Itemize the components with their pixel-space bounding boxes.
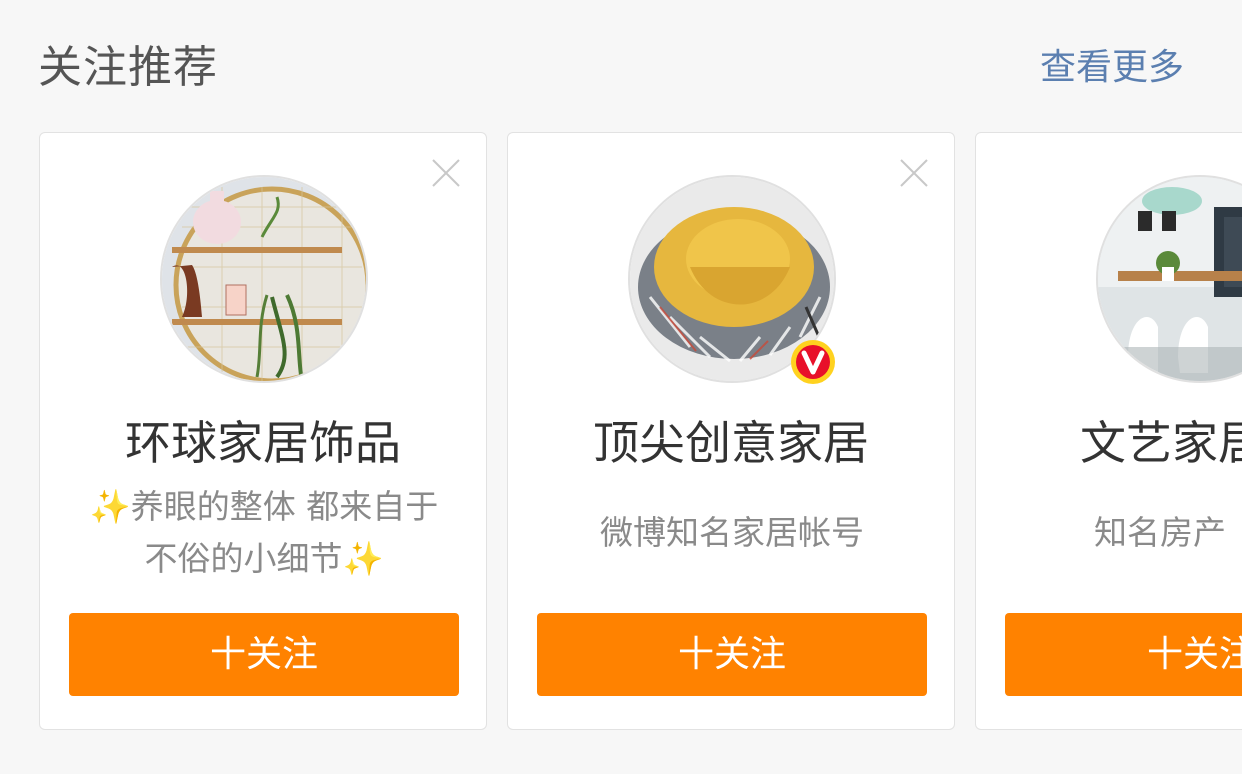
follow-button[interactable]: 十关注 [69, 613, 459, 696]
avatar[interactable] [160, 175, 368, 383]
avatar-image-shelf [162, 177, 366, 381]
recommend-card: 顶尖创意家居 微博知名家居帐号 十关注 [507, 132, 955, 730]
recommend-card: 文艺家居 知名房产 十关注 [975, 132, 1242, 730]
see-more-link[interactable]: 查看更多 [1040, 38, 1184, 98]
account-description: 微博知名家居帐号 [600, 513, 864, 552]
account-description: ✨养眼的整体 都来自于 不俗的小细节✨ [68, 481, 460, 585]
account-name[interactable]: 环球家居饰品 [40, 413, 486, 473]
recommend-card-list: 环球家居饰品 ✨养眼的整体 都来自于 不俗的小细节✨ 十关注 顶尖创意家居 微博… [39, 132, 1242, 732]
account-name[interactable]: 顶尖创意家居 [508, 413, 954, 473]
account-name[interactable]: 文艺家居 [1080, 413, 1242, 473]
account-description: 知名房产 [1094, 513, 1226, 552]
follow-button[interactable]: 十关注 [1005, 613, 1242, 696]
close-icon[interactable] [430, 157, 462, 189]
section-title: 关注推荐 [38, 42, 218, 93]
description-line: 不俗的小细节✨ [144, 539, 384, 578]
verified-v-icon [791, 340, 835, 384]
recommend-header: 关注推荐 查看更多 [38, 38, 1184, 98]
recommend-card: 环球家居饰品 ✨养眼的整体 都来自于 不俗的小细节✨ 十关注 [39, 132, 487, 730]
follow-button[interactable]: 十关注 [537, 613, 927, 696]
description-line: ✨养眼的整体 都来自于 [89, 487, 439, 526]
close-icon[interactable] [898, 157, 930, 189]
avatar-image-dining-room [1098, 177, 1242, 381]
avatar[interactable] [1096, 175, 1242, 383]
